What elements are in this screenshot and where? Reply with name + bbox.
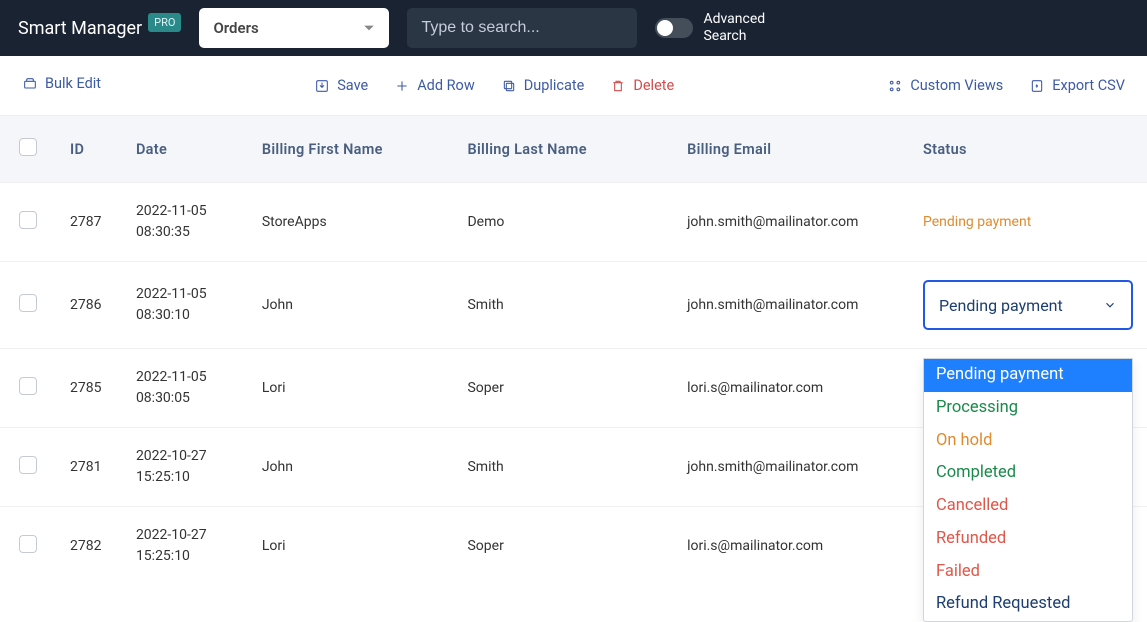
cell-id[interactable]: 2786 — [56, 262, 122, 349]
cell-lname[interactable]: Soper — [453, 507, 673, 586]
add-row-button[interactable]: Add Row — [394, 77, 475, 94]
save-label: Save — [337, 77, 368, 94]
col-header-checkbox — [0, 116, 56, 183]
delete-label: Delete — [633, 77, 674, 94]
status-select-value: Pending payment — [939, 296, 1063, 315]
cell-fname[interactable]: StoreApps — [248, 183, 454, 262]
col-header-lname[interactable]: Billing Last Name — [453, 116, 673, 183]
chevron-down-icon — [363, 22, 375, 34]
col-header-email[interactable]: Billing Email — [673, 116, 909, 183]
status-option[interactable]: On hold — [924, 425, 1132, 458]
export-csv-button[interactable]: Export CSV — [1029, 77, 1125, 94]
pro-badge: PRO — [148, 13, 181, 32]
duplicate-label: Duplicate — [524, 77, 585, 94]
save-icon — [314, 78, 330, 94]
cell-lname[interactable]: Demo — [453, 183, 673, 262]
top-bar: Smart Manager PRO Orders Advanced Search — [0, 0, 1147, 56]
cell-email[interactable]: john.smith@mailinator.com — [673, 262, 909, 349]
status-option[interactable]: Processing — [924, 392, 1132, 425]
table-row: 27862022-11-0508:30:10JohnSmithjohn.smit… — [0, 262, 1147, 349]
chevron-down-icon — [1103, 298, 1117, 312]
search-input[interactable] — [421, 19, 623, 37]
cell-id[interactable]: 2781 — [56, 428, 122, 507]
status-text: Pending payment — [923, 214, 1031, 230]
trash-icon — [610, 78, 626, 94]
table-row: 27872022-11-0508:30:35StoreAppsDemojohn.… — [0, 183, 1147, 262]
cell-fname[interactable]: Lori — [248, 507, 454, 586]
cell-status[interactable]: Pending paymentPending paymentProcessing… — [909, 262, 1147, 349]
status-option[interactable]: Refund Requested — [924, 588, 1132, 621]
status-select[interactable]: Pending payment — [923, 280, 1133, 330]
cell-fname[interactable]: Lori — [248, 349, 454, 428]
col-header-fname[interactable]: Billing First Name — [248, 116, 454, 183]
row-checkbox[interactable] — [19, 535, 37, 553]
select-all-checkbox[interactable] — [19, 138, 37, 156]
custom-views-button[interactable]: Custom Views — [887, 77, 1003, 94]
cell-id[interactable]: 2787 — [56, 183, 122, 262]
cell-lname[interactable]: Smith — [453, 262, 673, 349]
entity-dropdown[interactable]: Orders — [199, 8, 389, 48]
grid-icon — [887, 78, 903, 94]
status-menu: Pending paymentProcessingOn holdComplete… — [923, 358, 1133, 622]
delete-button[interactable]: Delete — [610, 77, 674, 94]
advanced-search-toggle[interactable] — [655, 18, 693, 38]
brand-text: Smart Manager — [18, 18, 142, 39]
status-option[interactable]: Cancelled — [924, 490, 1132, 523]
brand: Smart Manager PRO — [18, 18, 181, 39]
cell-date[interactable]: 2022-10-2715:25:10 — [122, 507, 248, 586]
status-option[interactable]: Failed — [924, 556, 1132, 589]
advanced-search: Advanced Search — [655, 11, 765, 45]
save-button[interactable]: Save — [314, 77, 368, 94]
toolbar: Bulk Edit Save Add Row Duplicate Delete … — [0, 56, 1147, 116]
col-header-status[interactable]: Status — [909, 116, 1147, 183]
cell-fname[interactable]: John — [248, 262, 454, 349]
bulk-edit-label: Bulk Edit — [45, 75, 101, 92]
cell-email[interactable]: john.smith@mailinator.com — [673, 428, 909, 507]
row-checkbox[interactable] — [19, 377, 37, 395]
entity-dropdown-value: Orders — [213, 19, 258, 37]
row-checkbox[interactable] — [19, 294, 37, 312]
bulk-edit-button[interactable]: Bulk Edit — [22, 75, 101, 92]
col-header-id[interactable]: ID — [56, 116, 122, 183]
cell-date[interactable]: 2022-10-2715:25:10 — [122, 428, 248, 507]
export-icon — [1029, 78, 1045, 94]
duplicate-icon — [501, 78, 517, 94]
search-box[interactable] — [407, 8, 637, 48]
cell-date[interactable]: 2022-11-0508:30:10 — [122, 262, 248, 349]
cell-id[interactable]: 2785 — [56, 349, 122, 428]
cell-date[interactable]: 2022-11-0508:30:35 — [122, 183, 248, 262]
cell-fname[interactable]: John — [248, 428, 454, 507]
duplicate-button[interactable]: Duplicate — [501, 77, 585, 94]
toggle-knob — [657, 20, 673, 36]
orders-table: ID Date Billing First Name Billing Last … — [0, 116, 1147, 585]
cell-date[interactable]: 2022-11-0508:30:05 — [122, 349, 248, 428]
status-option[interactable]: Completed — [924, 457, 1132, 490]
cell-id[interactable]: 2782 — [56, 507, 122, 586]
status-option[interactable]: Pending payment — [924, 359, 1132, 392]
status-option[interactable]: Refunded — [924, 523, 1132, 556]
cell-lname[interactable]: Smith — [453, 428, 673, 507]
row-checkbox[interactable] — [19, 211, 37, 229]
col-header-date[interactable]: Date — [122, 116, 248, 183]
export-csv-label: Export CSV — [1052, 77, 1125, 94]
cell-status[interactable]: Pending payment — [909, 183, 1147, 262]
status-wrap: Pending paymentPending paymentProcessing… — [923, 280, 1133, 330]
cell-email[interactable]: lori.s@mailinator.com — [673, 349, 909, 428]
add-row-label: Add Row — [417, 77, 475, 94]
cell-email[interactable]: lori.s@mailinator.com — [673, 507, 909, 586]
plus-icon — [394, 78, 410, 94]
cell-email[interactable]: john.smith@mailinator.com — [673, 183, 909, 262]
row-checkbox[interactable] — [19, 456, 37, 474]
cell-lname[interactable]: Soper — [453, 349, 673, 428]
advanced-search-label: Advanced Search — [703, 11, 765, 45]
custom-views-label: Custom Views — [910, 77, 1003, 94]
bulk-edit-icon — [22, 76, 38, 92]
